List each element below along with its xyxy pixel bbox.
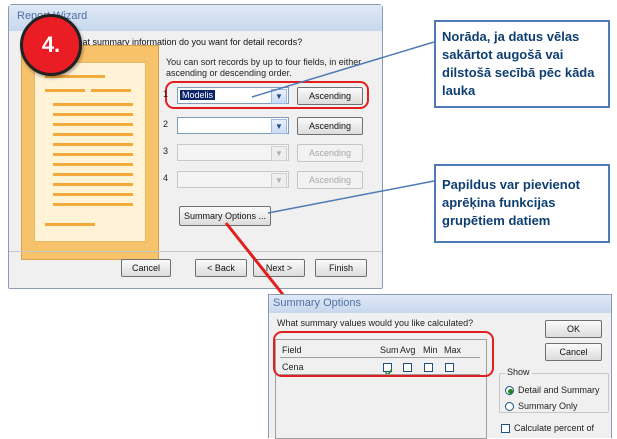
summary-only-label: Summary Only: [518, 401, 578, 411]
highlight-summary-table: [273, 331, 494, 377]
summary-dialog-title-bar: Summary Options: [269, 295, 611, 313]
calc-percent-label: Calculate percent of: [514, 423, 595, 433]
summary-question: What summary values would you like calcu…: [277, 318, 474, 328]
summary-cancel-button[interactable]: Cancel: [545, 343, 602, 361]
summary-only-radio[interactable]: [505, 402, 514, 411]
sort-callout-pointer: [251, 41, 435, 98]
summary-options-dialog: Summary Options What summary values woul…: [268, 294, 612, 439]
ok-button[interactable]: OK: [545, 320, 602, 338]
summary-callout-pointer: [267, 180, 435, 214]
show-label: Show: [505, 367, 532, 377]
calc-percent-checkbox[interactable]: [501, 424, 510, 433]
detail-summary-radio[interactable]: [505, 386, 514, 395]
detail-summary-label: Detail and Summary: [518, 385, 600, 395]
